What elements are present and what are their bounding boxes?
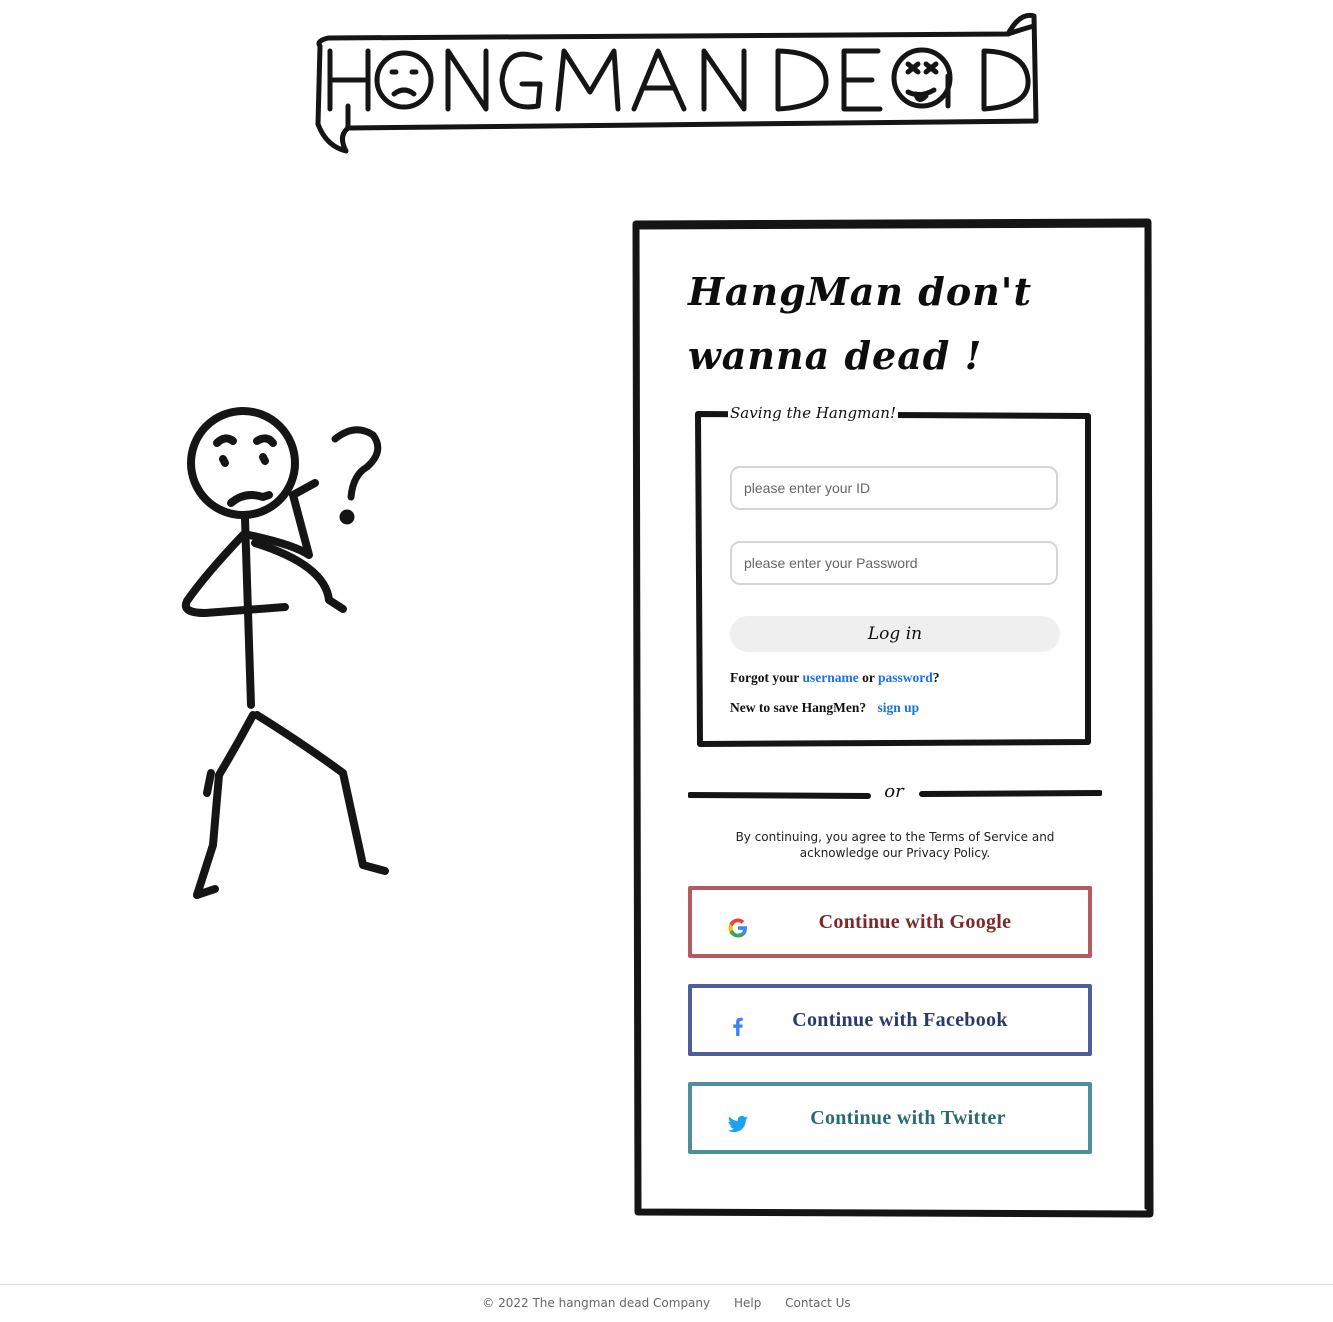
forgot-username-link[interactable]: username xyxy=(803,670,859,685)
login-button[interactable]: Log in xyxy=(730,616,1060,652)
continue-with-google-button[interactable]: Continue with Google xyxy=(688,886,1092,958)
twitter-icon xyxy=(727,1115,748,1133)
forgot-password-link[interactable]: password xyxy=(878,670,933,685)
form-legend: Saving the Hangman! xyxy=(728,404,898,422)
twitter-button-label: Continue with Twitter xyxy=(810,1107,1006,1129)
or-label: or xyxy=(884,781,904,802)
worried-stick-figure xyxy=(181,407,389,899)
forgot-credentials-text: Forgot your username or password? xyxy=(730,670,940,685)
hangman-dead-logo xyxy=(315,12,1039,154)
page-headline: HangMan don't wanna dead ! xyxy=(688,260,1108,388)
continue-with-facebook-button[interactable]: Continue with Facebook xyxy=(688,984,1092,1056)
terms-text: By continuing, you agree to the Terms of… xyxy=(735,830,1055,860)
new-user-text: New to save HangMen? sign up xyxy=(730,700,920,715)
google-button-label: Continue with Google xyxy=(818,911,1012,933)
password-input[interactable] xyxy=(730,541,1058,585)
google-icon xyxy=(728,918,747,938)
continue-with-twitter-button[interactable]: Continue with Twitter xyxy=(688,1082,1092,1154)
headline-line-1: HangMan don't xyxy=(688,269,1032,314)
headline-line-2: wanna dead ! xyxy=(688,333,983,378)
footer-contact-link[interactable]: Contact Us xyxy=(785,1296,851,1310)
id-input[interactable] xyxy=(730,466,1058,510)
footer-copyright: © 2022 The hangman dead Company xyxy=(482,1296,711,1310)
sign-up-link[interactable]: sign up xyxy=(877,700,919,715)
footer: © 2022 The hangman dead Company Help Con… xyxy=(0,1296,1333,1310)
login-card: HangMan don't wanna dead ! Saving the Ha… xyxy=(632,218,1154,1218)
footer-divider xyxy=(0,1284,1333,1285)
facebook-button-label: Continue with Facebook xyxy=(792,1009,1008,1031)
footer-help-link[interactable]: Help xyxy=(734,1296,761,1310)
